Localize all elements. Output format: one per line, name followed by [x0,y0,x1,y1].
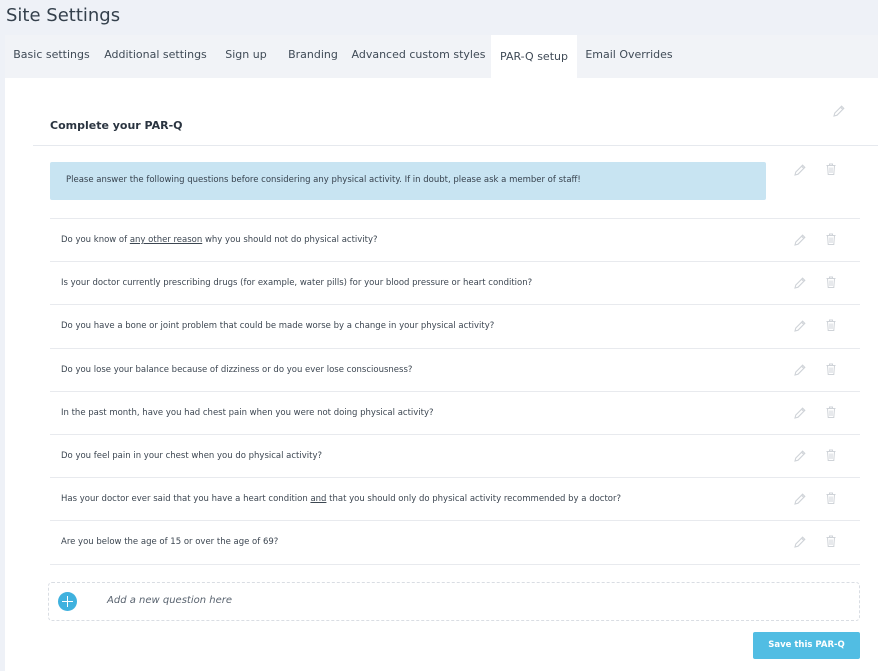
trash-icon[interactable] [824,275,838,289]
list-bottom-divider [50,564,860,565]
trash-icon[interactable] [824,318,838,332]
trash-icon[interactable] [824,491,838,505]
tab-advanced-custom-styles[interactable]: Advanced custom styles [347,35,490,78]
question-emphasis: any other reason [129,235,203,245]
settings-tabs: Basic settings Additional settings Sign … [5,35,878,78]
trash-icon[interactable] [824,232,838,246]
tab-parq-setup[interactable]: PAR-Q setup [491,35,577,78]
question-text: Has your doctor ever said that you have … [61,494,622,505]
page-title: Site Settings [6,5,121,26]
save-parq-button[interactable]: Save this PAR-Q [753,632,860,659]
trash-icon[interactable] [824,162,838,176]
trash-icon[interactable] [824,534,838,548]
pencil-icon[interactable] [793,233,807,247]
tab-basic-settings[interactable]: Basic settings [5,35,98,78]
question-row: Do you lose your balance because of dizz… [50,347,860,391]
form-title: Complete your PAR-Q [50,119,183,132]
question-emphasis: and [310,494,327,505]
add-question-input[interactable]: Add a new question here [107,595,232,606]
pencil-icon[interactable] [793,276,807,290]
info-banner: Please answer the following questions be… [50,162,766,200]
tab-email-overrides[interactable]: Email Overrides [577,35,681,78]
plus-circle-icon[interactable] [58,592,77,611]
info-text: Please answer the following questions be… [66,175,581,185]
question-row: Is your doctor currently prescribing dru… [50,261,860,304]
question-text: Are you below the age of 15 or over the … [61,537,279,548]
question-row: Has your doctor ever said that you have … [50,477,860,520]
question-text: In the past month, have you had chest pa… [61,407,434,418]
question-row: Do you have a bone or joint problem that… [50,304,860,347]
tab-additional-settings[interactable]: Additional settings [98,35,213,78]
pencil-icon[interactable] [793,319,807,333]
pencil-icon[interactable] [793,492,807,506]
trash-icon[interactable] [824,362,838,376]
question-text: Is your doctor currently prescribing dru… [61,278,533,289]
question-text: Do you know of any other reason why you … [61,235,378,245]
trash-icon[interactable] [824,448,838,462]
tab-branding[interactable]: Branding [279,35,347,78]
question-text: Do you have a bone or joint problem that… [61,321,495,332]
add-question-row[interactable]: Add a new question here [48,582,860,621]
pencil-icon[interactable] [793,535,807,549]
question-row: Do you know of any other reason why you … [50,218,860,261]
pencil-icon[interactable] [793,449,807,463]
question-text: Do you feel pain in your chest when you … [61,451,323,461]
question-row: Do you feel pain in your chest when you … [50,434,860,477]
trash-icon[interactable] [824,405,838,419]
pencil-icon[interactable] [832,104,846,118]
title-divider [33,145,878,146]
question-row: In the past month, have you had chest pa… [50,390,860,434]
tab-sign-up[interactable]: Sign up [213,35,279,78]
pencil-icon[interactable] [793,163,807,177]
question-text: Do you lose your balance because of dizz… [61,364,413,375]
question-row: Are you below the age of 15 or over the … [50,520,860,563]
pencil-icon[interactable] [793,363,807,377]
pencil-icon[interactable] [793,406,807,420]
